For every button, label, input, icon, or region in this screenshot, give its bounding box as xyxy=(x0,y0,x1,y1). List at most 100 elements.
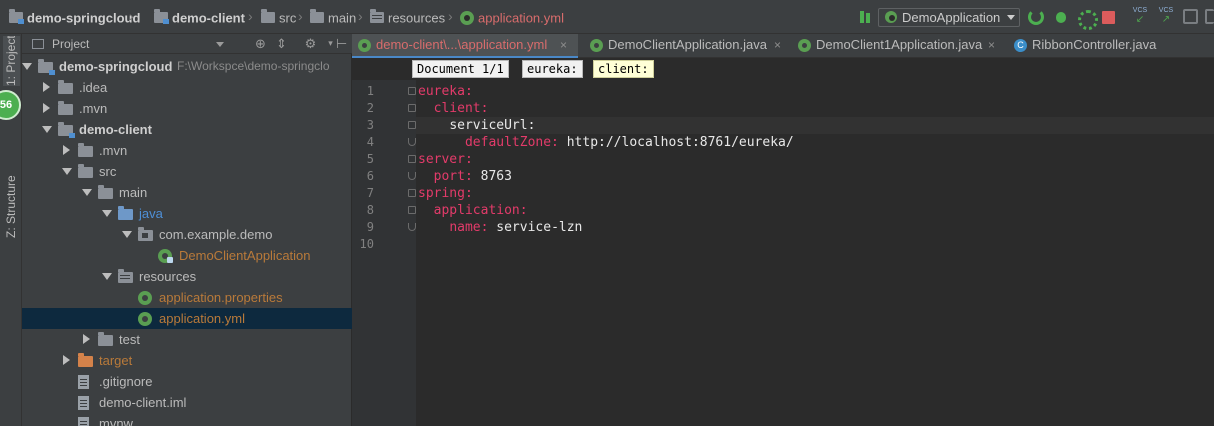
yaml-breadcrumb-client[interactable]: client: xyxy=(593,60,654,78)
hide-panel-icon[interactable]: ⊢ xyxy=(335,37,348,50)
code-line: client: xyxy=(418,100,489,117)
close-icon[interactable]: × xyxy=(988,34,995,56)
expand-arrow-down-icon[interactable] xyxy=(102,210,112,217)
notification-badge: 56 xyxy=(0,90,21,120)
build-hammer-icon[interactable] xyxy=(858,9,874,25)
tree-item[interactable]: .mvn xyxy=(22,140,352,161)
spring-class-icon xyxy=(590,39,603,52)
debug-bug-icon[interactable] xyxy=(1053,9,1069,25)
code-line: port: 8763 xyxy=(418,168,512,185)
expand-arrow-down-icon[interactable] xyxy=(122,231,132,238)
breadcrumb-module[interactable]: demo-client xyxy=(154,9,245,27)
spring-file-icon xyxy=(138,312,152,326)
breadcrumb-separator: › xyxy=(298,8,303,24)
gear-icon[interactable]: ⚙ xyxy=(304,37,317,50)
expand-arrow-right-icon[interactable] xyxy=(63,355,70,365)
arrow-down-icon: ↙ xyxy=(1135,14,1145,25)
tree-item[interactable]: application.properties xyxy=(22,287,352,308)
tree-item[interactable]: src xyxy=(22,161,352,182)
close-icon[interactable]: × xyxy=(774,34,781,56)
project-view-selector[interactable]: Project xyxy=(52,37,89,51)
tree-item[interactable]: application.yml xyxy=(22,308,352,329)
coverage-icon[interactable] xyxy=(1077,9,1098,30)
line-number: 6 xyxy=(366,169,374,183)
tree-item[interactable]: mvnw xyxy=(22,413,352,426)
expand-arrow-down-icon[interactable] xyxy=(22,63,32,70)
tree-item-label: .mvn xyxy=(79,101,108,116)
spring-file-icon xyxy=(460,10,474,25)
expand-arrow-right-icon[interactable] xyxy=(63,145,70,155)
project-view-icon xyxy=(32,39,44,49)
code-line: defaultZone: http://localhost:8761/eurek… xyxy=(418,134,794,151)
rerun-icon[interactable] xyxy=(1028,9,1044,25)
line-number: 5 xyxy=(366,152,374,166)
tree-item[interactable]: demo-client xyxy=(22,119,352,140)
folder-icon xyxy=(310,9,324,24)
expand-arrow-down-icon[interactable] xyxy=(42,126,52,133)
vcs-update-button[interactable]: VCS ↙ xyxy=(1129,6,1151,28)
collapse-all-icon[interactable]: ⇕ xyxy=(275,37,288,50)
expand-arrow-right-icon[interactable] xyxy=(43,82,50,92)
tree-item[interactable]: .idea xyxy=(22,77,352,98)
fold-marker-icon[interactable] xyxy=(408,104,416,112)
fold-marker-icon[interactable] xyxy=(408,155,416,163)
chevron-down-icon[interactable] xyxy=(216,42,224,47)
yaml-value: 8763 xyxy=(472,169,512,184)
expand-arrow-down-icon[interactable] xyxy=(102,273,112,280)
tree-item[interactable]: .gitignore xyxy=(22,371,352,392)
fold-marker-icon[interactable] xyxy=(408,138,416,146)
vcs-commit-button[interactable]: VCS ↗ xyxy=(1155,6,1177,28)
history-icon[interactable] xyxy=(1183,9,1198,24)
breadcrumb-resources[interactable]: resources xyxy=(370,9,445,27)
tool-tab-project[interactable]: 1: Project xyxy=(3,36,20,86)
fold-marker-icon[interactable] xyxy=(408,172,416,180)
fold-marker-icon[interactable] xyxy=(408,87,416,95)
tree-item[interactable]: DemoClientApplication xyxy=(22,245,352,266)
tree-item[interactable]: resources xyxy=(22,266,352,287)
tab-ribboncontroller[interactable]: C RibbonController.java xyxy=(1008,34,1208,58)
line-number: 2 xyxy=(366,101,374,115)
expand-arrow-right-icon[interactable] xyxy=(83,334,90,344)
yaml-breadcrumb-eureka[interactable]: eureka: xyxy=(522,60,583,78)
yaml-breadcrumb-document[interactable]: Document 1/1 xyxy=(412,60,509,78)
tree-item[interactable]: demo-client.iml xyxy=(22,392,352,413)
tree-item[interactable]: main xyxy=(22,182,352,203)
tree-item[interactable]: test xyxy=(22,329,352,350)
breadcrumb-file[interactable]: application.yml xyxy=(460,9,564,27)
breadcrumb-main[interactable]: main xyxy=(310,9,356,27)
chevron-down-icon xyxy=(1007,15,1015,20)
tree-item-label: com.example.demo xyxy=(159,227,273,242)
locate-crosshair-icon[interactable]: ⊕ xyxy=(254,37,267,50)
expand-arrow-down-icon[interactable] xyxy=(62,168,72,175)
tree-item[interactable]: .mvn xyxy=(22,98,352,119)
folder-icon xyxy=(261,9,275,24)
tree-item[interactable]: java xyxy=(22,203,352,224)
breadcrumb-src[interactable]: src xyxy=(261,9,296,27)
breadcrumb-separator: › xyxy=(448,8,453,24)
expand-arrow-right-icon[interactable] xyxy=(43,103,50,113)
editor-tabs: demo-client\...\application.yml × DemoCl… xyxy=(352,34,1214,58)
stop-icon[interactable] xyxy=(1102,11,1115,24)
tab-democlient1application[interactable]: DemoClient1Application.java × xyxy=(792,34,1004,58)
code-line: spring: xyxy=(418,185,473,202)
fold-marker-icon[interactable] xyxy=(408,189,416,197)
fold-marker-icon[interactable] xyxy=(408,206,416,214)
fold-marker-icon[interactable] xyxy=(408,223,416,231)
folder-icon xyxy=(98,332,113,346)
fold-marker-icon[interactable] xyxy=(408,121,416,129)
revert-icon[interactable] xyxy=(1205,9,1214,24)
tree-item[interactable]: com.example.demo xyxy=(22,224,352,245)
tree-item-label: test xyxy=(119,332,140,347)
tab-democlientapplication[interactable]: DemoClientApplication.java × xyxy=(584,34,786,58)
code-area[interactable]: 1 2 3 4 5 6 7 8 9 10 eureka: client: serviceUrl: … xyxy=(352,80,1214,426)
run-configuration-dropdown[interactable]: DemoApplication xyxy=(878,8,1020,27)
breadcrumb-project[interactable]: demo-springcloud xyxy=(9,9,140,27)
expand-arrow-down-icon[interactable] xyxy=(82,189,92,196)
close-icon[interactable]: × xyxy=(560,34,567,56)
tree-item[interactable]: demo-springcloud F:\Workspce\demo-springc… xyxy=(22,56,352,77)
tree-item-label: .mvn xyxy=(99,143,128,158)
tab-application-yml[interactable]: demo-client\...\application.yml × xyxy=(352,34,578,58)
tool-tab-structure[interactable]: Z: Structure xyxy=(3,126,20,238)
tree-item[interactable]: target xyxy=(22,350,352,371)
